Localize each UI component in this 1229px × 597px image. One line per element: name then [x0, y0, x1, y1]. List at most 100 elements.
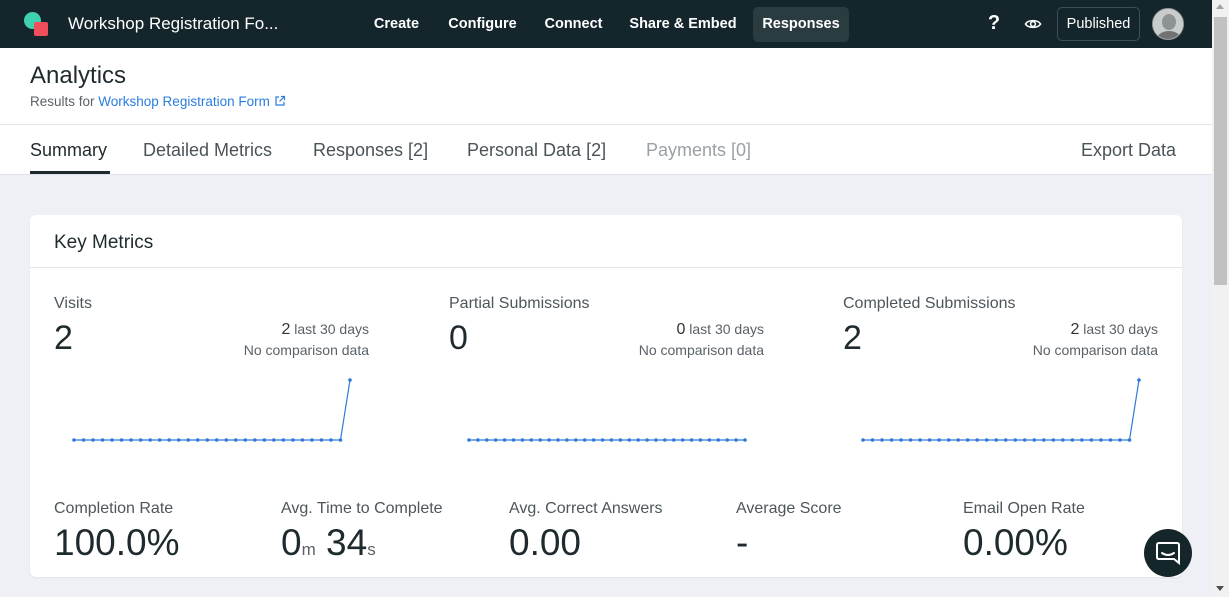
- sparkline-point: [272, 438, 276, 442]
- stat-completion-rate: Completion Rate 100.0%: [54, 500, 180, 564]
- sparkline-point: [1080, 438, 1084, 442]
- sparkline-point: [956, 438, 960, 442]
- stat-average-score: Average Score -: [736, 500, 842, 564]
- results-prefix: Results for: [30, 94, 99, 109]
- page-header: Analytics Results for Workshop Registrat…: [0, 48, 1212, 175]
- metric-partial-submissions: Partial Submissions 0 0 last 30 days No …: [449, 295, 764, 475]
- sparkline-point: [671, 438, 676, 442]
- sparkline-point: [1061, 438, 1065, 442]
- scroll-thumb[interactable]: [1214, 17, 1227, 285]
- sparkline-point: [72, 438, 76, 442]
- page-title: Analytics: [30, 62, 127, 89]
- form-link[interactable]: Workshop Registration Form: [98, 94, 270, 109]
- sparkline-point: [338, 438, 343, 442]
- sparkline-point: [91, 438, 95, 442]
- metric-period: 0 last 30 days No comparison data: [639, 319, 764, 361]
- eye-icon[interactable]: [1024, 15, 1042, 33]
- sparkline-point: [348, 378, 352, 382]
- sparkline-point: [138, 438, 143, 442]
- sparkline-point: [243, 438, 248, 442]
- sparkline-point: [1089, 438, 1094, 442]
- sparkline-point: [1127, 438, 1132, 442]
- sparkline-point: [743, 438, 747, 442]
- sparkline-point: [1032, 438, 1037, 442]
- nav-connect[interactable]: Connect: [535, 7, 612, 42]
- stat-label: Average Score: [736, 500, 842, 517]
- logo-icon[interactable]: [24, 12, 50, 36]
- tab-payments[interactable]: Payments [0]: [646, 140, 751, 161]
- metric-value: 0: [449, 319, 468, 357]
- sparkline-point: [716, 438, 721, 442]
- sparkline-point: [119, 438, 124, 442]
- stat-email-open-rate: Email Open Rate 0.00%: [963, 500, 1085, 564]
- nav-responses[interactable]: Responses: [753, 7, 849, 42]
- tab-responses[interactable]: Responses [2]: [313, 140, 428, 161]
- tab-summary[interactable]: Summary: [30, 140, 107, 161]
- sparkline-point: [556, 438, 560, 442]
- sparkline-point: [698, 438, 703, 442]
- sparkline-point: [253, 438, 257, 442]
- stat-value: 0.00: [509, 522, 582, 563]
- tab-detailed-metrics[interactable]: Detailed Metrics: [143, 140, 272, 161]
- metric-visits: Visits 2 2 last 30 days No comparison da…: [54, 295, 369, 475]
- sparkline-point: [636, 438, 640, 442]
- sparkline-point: [205, 438, 210, 442]
- sparkline-point: [214, 438, 219, 442]
- export-data-button[interactable]: Export Data: [1081, 140, 1176, 161]
- published-button[interactable]: Published: [1057, 7, 1140, 41]
- metric-label: Completed Submissions: [843, 295, 1016, 312]
- avatar[interactable]: [1152, 8, 1184, 40]
- sparkline-point: [176, 438, 181, 442]
- sparkline-point: [654, 438, 658, 442]
- sparkline-point: [618, 438, 623, 442]
- nav-share-embed[interactable]: Share & Embed: [622, 7, 744, 42]
- scroll-down-arrow-icon[interactable]: [1216, 586, 1224, 591]
- sparkline-point: [870, 438, 875, 442]
- help-icon[interactable]: ?: [985, 12, 1003, 35]
- stat-label: Completion Rate: [54, 500, 174, 517]
- nav-create[interactable]: Create: [363, 7, 430, 42]
- sparkline-point: [663, 438, 667, 442]
- sparkline-point: [965, 438, 970, 442]
- stat-label: Avg. Correct Answers: [509, 500, 663, 517]
- stat-value: 0m 34s: [281, 522, 443, 564]
- minutes-unit: m: [301, 540, 316, 559]
- metric-completed-submissions: Completed Submissions 2 2 last 30 days N…: [843, 295, 1158, 475]
- sparkline-point: [300, 438, 305, 442]
- stat-label: Avg. Time to Complete: [281, 500, 443, 517]
- comparison-text: No comparison data: [1032, 342, 1158, 358]
- sparkline-point: [1042, 438, 1046, 442]
- stat-avg-time: Avg. Time to Complete 0m 34s: [281, 500, 443, 564]
- chat-launcher[interactable]: [1144, 529, 1192, 577]
- stat-value: 0.00%: [963, 522, 1068, 563]
- comparison-text: No comparison data: [638, 342, 764, 358]
- sparkline-point: [262, 438, 267, 442]
- tab-personal-data[interactable]: Personal Data [2]: [467, 140, 606, 161]
- sparkline-point: [574, 438, 578, 442]
- sparkline-point: [725, 438, 729, 442]
- sparkline-point: [148, 438, 152, 442]
- sparkline-point: [591, 438, 596, 442]
- seconds-unit: s: [367, 540, 376, 559]
- sparkline-point: [129, 438, 133, 442]
- chat-icon: [1156, 542, 1180, 566]
- form-title[interactable]: Workshop Registration Fo...: [68, 14, 278, 34]
- sparkline-point: [1099, 438, 1103, 442]
- nav-configure[interactable]: Configure: [441, 7, 524, 42]
- top-bar: Workshop Registration Fo... Create Confi…: [0, 0, 1212, 48]
- sparkline-point: [224, 438, 229, 442]
- sparkline-point: [467, 438, 471, 442]
- sparkline-point: [110, 438, 114, 442]
- stat-value: -: [736, 522, 749, 563]
- sparkline-point: [529, 438, 534, 442]
- card-title: Key Metrics: [54, 232, 154, 253]
- sparkline-point: [310, 438, 314, 442]
- sparkline-point: [565, 438, 569, 442]
- scroll-up-arrow-icon[interactable]: [1216, 4, 1224, 9]
- sparkline-point: [582, 438, 587, 442]
- comparison-text: No comparison data: [243, 342, 369, 358]
- external-link-icon[interactable]: [274, 95, 286, 107]
- sparkline-point: [281, 438, 286, 442]
- visits-sparkline: [72, 378, 352, 442]
- results-for: Results for Workshop Registration Form: [30, 94, 286, 109]
